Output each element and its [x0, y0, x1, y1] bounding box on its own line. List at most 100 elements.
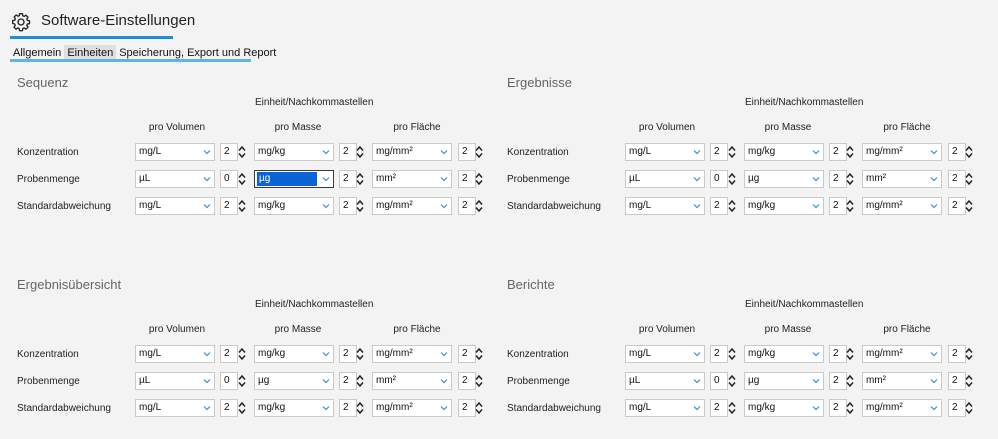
spinner-arrows-icon[interactable] [964, 143, 974, 161]
spinner-arrows-icon[interactable] [474, 372, 484, 390]
unit-dropdown[interactable]: µg [254, 372, 334, 390]
decimals-spinbox[interactable]: 0 [220, 372, 238, 390]
spinner-arrows-icon[interactable] [355, 143, 365, 161]
spinner-arrows-icon[interactable] [845, 372, 855, 390]
decimals-spinbox[interactable]: 2 [710, 143, 728, 161]
unit-dropdown[interactable]: mg/kg [254, 143, 334, 161]
unit-dropdown[interactable]: mg/mm² [862, 143, 942, 161]
spinner-arrows-icon[interactable] [845, 197, 855, 215]
spinner-arrows-icon[interactable] [237, 170, 247, 188]
spinner-arrows-icon[interactable] [237, 197, 247, 215]
unit-dropdown[interactable]: mg/L [135, 399, 215, 417]
decimals-spinbox[interactable]: 2 [710, 399, 728, 417]
decimals-spinbox[interactable]: 2 [220, 143, 238, 161]
column-header: pro Fläche [393, 122, 441, 133]
column-header: pro Fläche [883, 324, 931, 335]
unit-dropdown[interactable]: mg/mm² [372, 197, 452, 215]
unit-dropdown[interactable]: µL [625, 170, 705, 188]
spinner-arrows-icon[interactable] [474, 170, 484, 188]
unit-dropdown[interactable]: mg/L [135, 143, 215, 161]
unit-dropdown[interactable]: mg/kg [744, 143, 824, 161]
unit-dropdown[interactable]: µg [254, 170, 334, 188]
unit-dropdown[interactable]: mg/L [625, 143, 705, 161]
gear-icon [12, 13, 31, 32]
spinner-arrows-icon[interactable] [474, 399, 484, 417]
unit-dropdown[interactable]: mg/L [625, 399, 705, 417]
spinner-arrows-icon[interactable] [474, 197, 484, 215]
decimals-spinbox[interactable]: 2 [220, 345, 238, 363]
decimals-spinbox[interactable]: 0 [710, 372, 728, 390]
spinner-arrows-icon[interactable] [474, 143, 484, 161]
unit-dropdown[interactable]: µg [744, 170, 824, 188]
spinner-arrows-icon[interactable] [845, 143, 855, 161]
spinner-arrows-icon[interactable] [727, 399, 737, 417]
unit-dropdown[interactable]: mm² [862, 170, 942, 188]
row-label: Konzentration [507, 147, 569, 158]
spinner-arrows-icon[interactable] [355, 345, 365, 363]
spinner-arrows-icon[interactable] [237, 372, 247, 390]
unit-dropdown[interactable]: mg/L [135, 197, 215, 215]
unit-value: mg/mm² [866, 402, 903, 413]
decimals-spinbox[interactable]: 2 [710, 345, 728, 363]
spinner-arrows-icon[interactable] [845, 399, 855, 417]
unit-dropdown[interactable]: mm² [862, 372, 942, 390]
spinner-arrows-icon[interactable] [964, 170, 974, 188]
unit-dropdown[interactable]: µg [744, 372, 824, 390]
decimals-spinbox[interactable]: 0 [710, 170, 728, 188]
spinner-arrows-icon[interactable] [845, 345, 855, 363]
spinner-arrows-icon[interactable] [727, 143, 737, 161]
unit-dropdown[interactable]: µL [135, 372, 215, 390]
unit-dropdown[interactable]: mg/mm² [372, 345, 452, 363]
unit-dropdown[interactable]: mg/mm² [372, 143, 452, 161]
unit-dropdown[interactable]: mg/mm² [862, 345, 942, 363]
unit-dropdown[interactable]: mg/kg [744, 345, 824, 363]
unit-value: mg/L [139, 402, 162, 413]
spinner-arrows-icon[interactable] [237, 399, 247, 417]
unit-value: µg [258, 375, 270, 386]
spinner-arrows-icon[interactable] [237, 143, 247, 161]
spinner-arrows-icon[interactable] [845, 170, 855, 188]
unit-value: mm² [866, 375, 886, 386]
decimals-spinbox[interactable]: 2 [220, 399, 238, 417]
spinner-arrows-icon[interactable] [727, 197, 737, 215]
chevron-down-icon [812, 177, 820, 182]
spinner-arrows-icon[interactable] [727, 345, 737, 363]
unit-dropdown[interactable]: mg/kg [744, 197, 824, 215]
unit-dropdown[interactable]: mg/kg [254, 197, 334, 215]
chevron-down-icon [930, 406, 938, 411]
unit-value: mm² [866, 173, 886, 184]
unit-dropdown[interactable]: mm² [372, 170, 452, 188]
spinner-arrows-icon[interactable] [964, 197, 974, 215]
decimals-spinbox[interactable]: 2 [710, 197, 728, 215]
spinner-arrows-icon[interactable] [964, 372, 974, 390]
unit-dropdown[interactable]: mg/mm² [372, 399, 452, 417]
unit-dropdown[interactable]: µL [135, 170, 215, 188]
spinner-arrows-icon[interactable] [964, 345, 974, 363]
decimals-spinbox[interactable]: 0 [220, 170, 238, 188]
unit-dropdown[interactable]: mg/kg [254, 399, 334, 417]
spinner-arrows-icon[interactable] [474, 345, 484, 363]
unit-value: µg [257, 172, 317, 186]
spinner-arrows-icon[interactable] [727, 372, 737, 390]
row-label: Probenmenge [507, 376, 570, 387]
unit-value: mg/kg [258, 348, 286, 359]
unit-dropdown[interactable]: mg/L [135, 345, 215, 363]
spinner-arrows-icon[interactable] [355, 170, 365, 188]
unit-dropdown[interactable]: mg/mm² [862, 399, 942, 417]
unit-dropdown[interactable]: mg/kg [744, 399, 824, 417]
unit-dropdown[interactable]: mg/L [625, 197, 705, 215]
unit-dropdown[interactable]: mg/kg [254, 345, 334, 363]
unit-dropdown[interactable]: mm² [372, 372, 452, 390]
spinner-arrows-icon[interactable] [355, 197, 365, 215]
spinner-arrows-icon[interactable] [355, 399, 365, 417]
unit-dropdown[interactable]: mg/mm² [862, 197, 942, 215]
chevron-down-icon [322, 379, 330, 384]
unit-dropdown[interactable]: mg/L [625, 345, 705, 363]
decimals-spinbox[interactable]: 2 [220, 197, 238, 215]
chevron-down-icon [440, 352, 448, 357]
spinner-arrows-icon[interactable] [237, 345, 247, 363]
unit-dropdown[interactable]: µL [625, 372, 705, 390]
spinner-arrows-icon[interactable] [727, 170, 737, 188]
spinner-arrows-icon[interactable] [964, 399, 974, 417]
spinner-arrows-icon[interactable] [355, 372, 365, 390]
